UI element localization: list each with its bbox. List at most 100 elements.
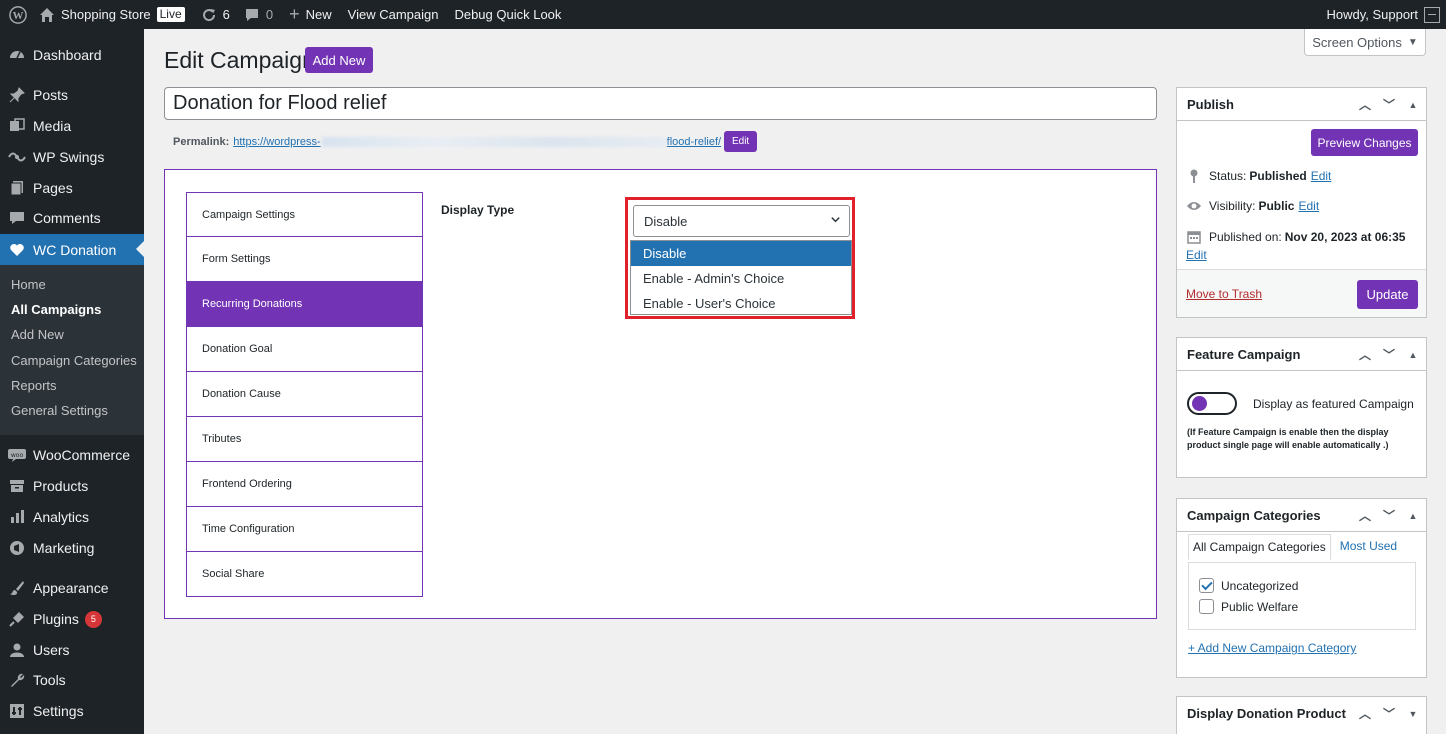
sidebar-item-woocommerce[interactable]: woo WooCommerce: [0, 440, 144, 470]
settings-tabs: Campaign Settings Form Settings Recurrin…: [186, 192, 423, 597]
site-name-link[interactable]: Shopping Store Live: [35, 0, 201, 29]
sidebar-item-media[interactable]: Media: [0, 111, 144, 141]
update-button[interactable]: Update: [1357, 280, 1418, 309]
tab-most-used[interactable]: Most Used: [1331, 534, 1406, 560]
sidebar-item-plugins[interactable]: Plugins 5: [0, 604, 144, 634]
screen-options-button[interactable]: Screen Options ▼: [1304, 29, 1426, 56]
submenu-item-add-new[interactable]: Add New: [11, 327, 64, 342]
submenu-item-campaign-categories[interactable]: Campaign Categories: [11, 353, 137, 368]
tab-donation-cause[interactable]: Donation Cause: [186, 372, 423, 417]
category-item-uncategorized[interactable]: Uncategorized: [1199, 578, 1298, 593]
sidebar-item-wp-swings[interactable]: WP Swings: [0, 142, 144, 172]
tab-frontend-ordering[interactable]: Frontend Ordering: [186, 462, 423, 507]
submenu-item-all-campaigns[interactable]: All Campaigns: [11, 302, 101, 317]
toggle-panel-icon[interactable]: ▲: [1406, 350, 1420, 360]
sidebar-item-products[interactable]: Products: [0, 471, 144, 501]
submenu-item-general-settings[interactable]: General Settings: [11, 403, 108, 418]
featured-campaign-toggle-label: Display as featured Campaign: [1253, 397, 1414, 411]
megaphone-icon: [8, 539, 26, 557]
sidebar-item-marketing[interactable]: Marketing: [0, 533, 144, 563]
pin-icon: [8, 86, 26, 104]
category-item-public-welfare[interactable]: Public Welfare: [1199, 599, 1298, 614]
heart-icon: [8, 241, 26, 259]
new-label: New: [305, 7, 332, 22]
tab-form-settings[interactable]: Form Settings: [186, 237, 423, 282]
sidebar-item-settings[interactable]: Settings: [0, 696, 144, 726]
option-enable-admins-choice[interactable]: Enable - Admin's Choice: [631, 266, 851, 291]
sidebar-item-tools[interactable]: Tools: [0, 665, 144, 695]
move-up-icon[interactable]: ︿: [1358, 705, 1372, 722]
sidebar-item-analytics[interactable]: Analytics: [0, 502, 144, 532]
toggle-knob: [1192, 396, 1207, 411]
sidebar-item-comments[interactable]: Comments: [0, 203, 144, 233]
published-on-edit-link[interactable]: Edit: [1186, 248, 1207, 262]
sidebar-item-appearance[interactable]: Appearance: [0, 573, 144, 603]
toggle-panel-icon[interactable]: ▼: [1406, 709, 1420, 719]
toggle-panel-icon[interactable]: ▲: [1406, 100, 1420, 110]
category-label: Uncategorized: [1221, 578, 1299, 593]
publish-box-header: Publish ︿ ﹀ ▲: [1177, 88, 1426, 121]
status-edit-link[interactable]: Edit: [1311, 169, 1332, 183]
submenu-item-reports[interactable]: Reports: [11, 378, 57, 393]
permalink-url-start[interactable]: https://wordpress-: [233, 136, 320, 148]
comment-icon: [8, 209, 26, 227]
move-up-icon[interactable]: ︿: [1358, 507, 1372, 524]
tab-recurring-donations[interactable]: Recurring Donations: [186, 282, 423, 327]
add-new-button[interactable]: Add New: [305, 47, 373, 73]
toggle-panel-icon[interactable]: ▲: [1406, 511, 1420, 521]
media-icon: [8, 117, 26, 135]
view-campaign-link[interactable]: View Campaign: [340, 0, 447, 29]
my-account-link[interactable]: Howdy, Support: [1318, 0, 1446, 29]
move-up-icon[interactable]: ︿: [1358, 96, 1372, 113]
tab-donation-goal[interactable]: Donation Goal: [186, 327, 423, 372]
option-enable-users-choice[interactable]: Enable - User's Choice: [631, 291, 851, 316]
submenu-item-home[interactable]: Home: [11, 277, 46, 292]
sidebar-item-pages[interactable]: Pages: [0, 173, 144, 203]
comments-count: 0: [265, 7, 274, 22]
tab-campaign-settings[interactable]: Campaign Settings: [186, 192, 423, 237]
plus-icon: +: [289, 4, 300, 24]
sidebar-item-posts[interactable]: Posts: [0, 80, 144, 110]
sidebar-item-label: Dashboard: [33, 47, 102, 63]
move-to-trash-link[interactable]: Move to Trash: [1186, 287, 1262, 301]
preview-changes-button[interactable]: Preview Changes: [1311, 129, 1418, 156]
display-donation-product-title: Display Donation Product: [1187, 706, 1346, 721]
tab-all-campaign-categories[interactable]: All Campaign Categories: [1188, 534, 1331, 560]
avatar: [1424, 6, 1440, 23]
permalink-label: Permalink:: [173, 135, 230, 148]
visibility-edit-link[interactable]: Edit: [1298, 199, 1319, 213]
wordpress-logo-button[interactable]: W: [0, 0, 35, 29]
move-down-icon[interactable]: ﹀: [1382, 96, 1396, 113]
chevron-down-icon: [830, 214, 841, 228]
featured-campaign-toggle[interactable]: [1187, 392, 1237, 415]
sidebar-item-wc-donation[interactable]: WC Donation: [0, 234, 144, 265]
permalink-edit-button[interactable]: Edit: [724, 131, 758, 152]
campaign-title-input[interactable]: Donation for Flood relief: [164, 87, 1157, 120]
sidebar-item-label: Appearance: [33, 580, 109, 596]
checkbox-unchecked[interactable]: [1199, 599, 1214, 614]
move-down-icon[interactable]: ﹀: [1382, 507, 1396, 524]
debug-quick-look-link[interactable]: Debug Quick Look: [446, 0, 569, 29]
move-down-icon[interactable]: ﹀: [1382, 705, 1396, 722]
sidebar-item-label: Media: [33, 118, 72, 134]
tab-time-configuration[interactable]: Time Configuration: [186, 507, 423, 552]
sidebar-item-label: WooCommerce: [33, 447, 130, 463]
move-down-icon[interactable]: ﹀: [1382, 346, 1396, 363]
move-up-icon[interactable]: ︿: [1358, 346, 1372, 363]
sidebar-item-label: Products: [33, 478, 89, 494]
settings-icon: [8, 702, 26, 720]
feature-campaign-title: Feature Campaign: [1187, 346, 1301, 362]
tab-social-share[interactable]: Social Share: [186, 552, 423, 597]
option-disable[interactable]: Disable: [631, 241, 851, 266]
add-new-category-link[interactable]: + Add New Campaign Category: [1188, 641, 1356, 655]
new-content-link[interactable]: + New: [281, 0, 340, 29]
updates-link[interactable]: 6: [201, 0, 238, 29]
display-type-select[interactable]: Disable: [633, 205, 850, 237]
tab-tributes[interactable]: Tributes: [186, 417, 423, 462]
campaign-categories-box: Campaign Categories ︿ ﹀ ▲ All Campaign C…: [1176, 498, 1427, 678]
comments-link[interactable]: 0: [238, 0, 281, 29]
checkbox-checked[interactable]: [1199, 578, 1214, 593]
permalink-url-end[interactable]: flood-relief/: [667, 136, 721, 148]
sidebar-item-dashboard[interactable]: Dashboard: [0, 40, 144, 70]
sidebar-item-users[interactable]: Users: [0, 635, 144, 665]
